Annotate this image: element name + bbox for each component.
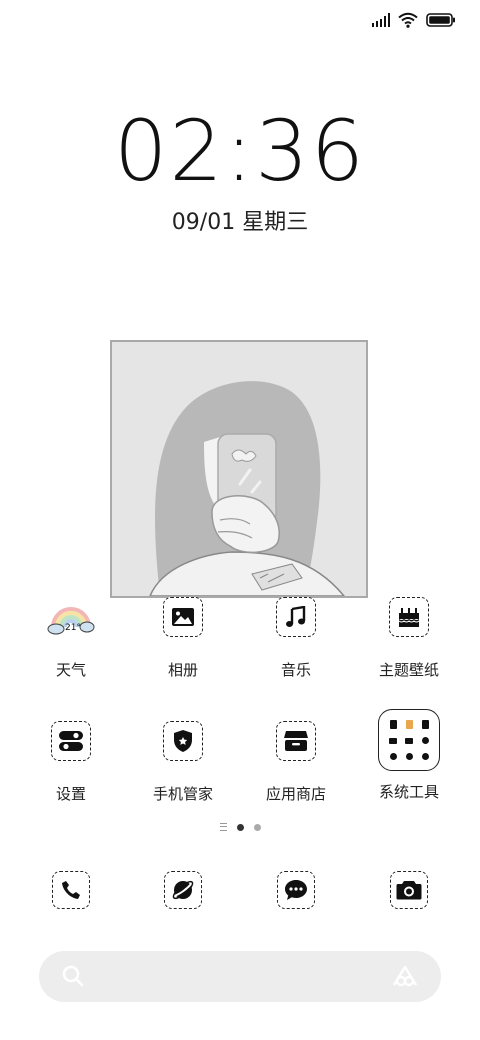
app-settings[interactable]: 设置 (16, 721, 126, 804)
app-label-themes: 主题壁纸 (378, 661, 439, 679)
signal-icon (372, 13, 390, 27)
page-dot (253, 823, 261, 831)
browser-planet-icon (164, 871, 202, 909)
page-dot-current (236, 823, 244, 831)
app-label-system-tools: 系统工具 (378, 783, 439, 801)
app-label-security: 手机管家 (152, 785, 213, 803)
status-bar (372, 10, 456, 30)
theme-cake-icon (389, 597, 429, 637)
battery-icon (426, 13, 455, 27)
messages-icon (277, 871, 315, 909)
app-weather[interactable]: 21° 天气 (16, 597, 126, 680)
weather-temp: 21° (65, 623, 81, 633)
gallery-icon (163, 597, 203, 637)
page-indicator[interactable] (0, 823, 480, 831)
app-system-tools[interactable]: 系统工具 (354, 709, 464, 802)
app-music[interactable]: 音乐 (241, 597, 351, 680)
dock-phone[interactable] (16, 871, 126, 909)
app-label-gallery: 相册 (167, 661, 198, 679)
dock-messages[interactable] (241, 871, 351, 909)
lock-clock: 02:36 (113, 102, 367, 200)
app-store-icon (276, 721, 316, 761)
search-bar[interactable] (39, 951, 441, 1002)
search-icon (62, 965, 84, 987)
camera-icon (390, 871, 428, 909)
security-shield-icon (163, 721, 203, 761)
phone-icon (52, 871, 90, 909)
selfie-illustration (112, 342, 366, 596)
lock-date: 09/01 星期三 (171, 210, 309, 235)
app-label-weather: 天气 (55, 661, 86, 679)
app-store[interactable]: 应用商店 (241, 721, 351, 804)
weather-rainbow-icon: 21° (47, 597, 95, 637)
app-label-store: 应用商店 (265, 785, 326, 803)
dock-browser[interactable] (128, 871, 238, 909)
app-label-music: 音乐 (280, 661, 311, 679)
app-themes[interactable]: 主题壁纸 (354, 597, 464, 680)
system-tools-folder-icon (378, 709, 440, 771)
app-label-settings: 设置 (55, 785, 86, 803)
assistant-icon[interactable] (391, 964, 419, 988)
wifi-icon (398, 12, 418, 28)
app-gallery[interactable]: 相册 (128, 597, 238, 680)
settings-toggle-icon (51, 721, 91, 761)
app-security[interactable]: 手机管家 (128, 721, 238, 804)
music-note-icon (276, 597, 316, 637)
dock-camera[interactable] (354, 871, 464, 909)
page-indicator-menu-icon (219, 823, 227, 831)
photo-widget[interactable] (110, 340, 368, 598)
